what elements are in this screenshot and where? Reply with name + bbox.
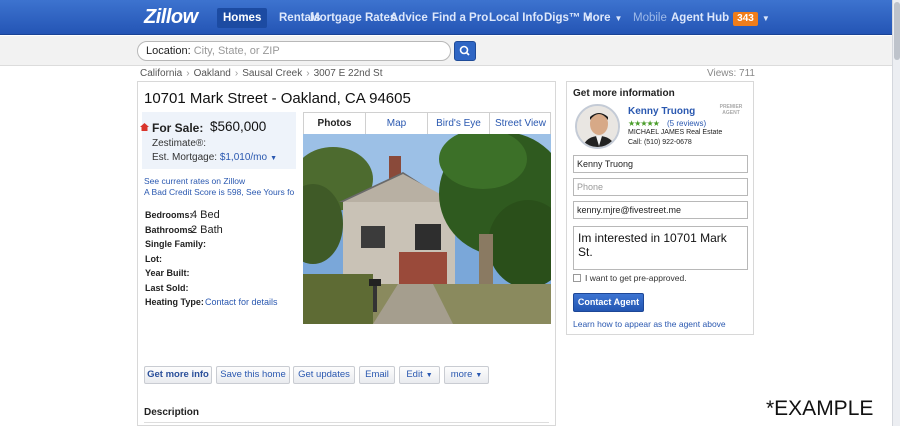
price: $560,000 [210,119,267,134]
view-count: Views: 711 [707,68,755,79]
price-box: For Sale: $560,000 Zestimate®: Est. Mort… [140,112,296,169]
phone-field[interactable]: Phone [573,178,748,196]
email-button[interactable]: Email [359,366,395,384]
nav-homes[interactable]: Homes [217,8,268,28]
contact-panel: Get more information Kenny Truong PREMIE… [566,81,754,335]
nav-digs-label: Digs™ [544,12,581,24]
fact-single-family: Single Family: [145,239,206,254]
breadcrumb-separator-icon: › [186,68,190,79]
fact-bedrooms: Bedrooms: 4 Bed [145,209,220,225]
fact-label: Bedrooms: [145,210,193,220]
for-sale-label: For Sale: [152,121,204,135]
zestimate-label[interactable]: Zestimate®: [152,138,206,149]
fact-label: Lot: [145,253,162,264]
agent-name-link[interactable]: Kenny Truong [628,106,695,117]
search-bar: Location: City, State, or ZIP [0,36,892,66]
contact-for-details-link[interactable]: Contact for details [205,297,278,307]
fact-label: Bathrooms: [145,224,196,235]
house-icon [140,123,149,131]
tab-birds-eye[interactable]: Bird's Eye [427,113,489,134]
rating-stars-icon: ★★★★★ [628,119,660,128]
credit-score-link[interactable]: A Bad Credit Score is 598, See Yours for… [144,187,294,197]
nav-more-label: More [583,12,611,24]
fact-bathrooms: Bathrooms: 2 Bath [145,224,223,240]
agent-hub-label: Agent Hub [671,12,730,24]
breadcrumb-state[interactable]: California [140,68,182,79]
agent-photo [577,106,618,147]
edit-label: Edit [406,369,423,380]
nav-more[interactable]: More ▼ [577,8,628,28]
reviews-link[interactable]: (5 reviews) [667,119,706,128]
chevron-down-icon: ▼ [614,14,623,23]
agent-phone: Call: (510) 922-0678 [628,139,692,146]
tab-street-view[interactable]: Street View [489,113,551,134]
location-label: Location: [146,45,191,57]
house-photo-image [303,134,551,324]
top-navigation: Zillow Homes Rentals Mortgage Rates Advi… [0,0,892,35]
fact-label: Single Family: [145,239,207,249]
fact-last-sold: Last Sold: [145,283,206,298]
page-scrollbar[interactable] [892,0,900,426]
breadcrumb-address: 3007 E 22nd St [313,68,383,79]
breadcrumb-city[interactable]: Oakland [194,68,231,79]
media-tabs: Photos Map Bird's Eye Street View [303,112,551,134]
tab-map[interactable]: Map [365,113,427,134]
estimated-mortgage: Est. Mortgage: $1,010/mo ▼ [152,152,277,163]
agent-hub-badge: 343 [733,12,758,26]
nav-agent-hub[interactable]: Agent Hub 343 ▼ [665,8,776,28]
email-field[interactable]: kenny.mjre@fivestreet.me [573,201,748,219]
get-updates-button[interactable]: Get updates [293,366,355,384]
fact-heating-type: Heating Type: Contact for details [145,297,278,312]
preapproved-label[interactable]: I want to get pre-approved. [585,273,687,283]
learn-more-link[interactable]: Learn how to appear as the agent above [573,319,726,329]
scrollbar-thumb[interactable] [894,2,900,60]
save-home-button[interactable]: Save this home [216,366,290,384]
edit-button[interactable]: Edit ▼ [399,366,440,384]
fact-lot: Lot: [145,254,206,269]
chevron-down-icon: ▼ [425,372,433,379]
search-button[interactable] [454,41,476,61]
get-more-info-button[interactable]: Get more info [144,366,212,384]
description-heading: Description [144,407,200,418]
fact-label: Last Sold: [145,282,189,293]
listing-panel: 10701 Mark Street - Oakland, CA 94605 Fo… [137,81,556,426]
chevron-down-icon[interactable]: ▼ [270,155,277,162]
example-label: *EXAMPLE [766,397,874,420]
mortgage-value[interactable]: $1,010/mo [220,152,267,163]
search-icon [459,45,470,56]
preapproved-checkbox[interactable] [573,274,581,282]
breadcrumb-neighborhood[interactable]: Sausal Creek [242,68,302,79]
zillow-logo[interactable]: Zillow [144,6,198,29]
more-button[interactable]: more ▼ [444,366,489,384]
more-label: more [450,369,473,380]
premier-agent-logo: PREMIER AGENT [719,104,743,116]
fact-value: 4 Bed [191,209,220,221]
home-facts: Bedrooms: 4 Bed Bathrooms: 2 Bath Single F… [145,209,278,312]
contact-title: Get more information [573,88,675,99]
house-photo[interactable] [303,134,551,324]
fact-label: Heating Type: [145,297,204,307]
avatar[interactable] [575,104,620,149]
fact-year-built: Year Built: [145,268,206,283]
tab-photos[interactable]: Photos [304,113,365,134]
agency-name: MICHAEL JAMES Real Estate [628,129,723,136]
location-placeholder: City, State, or ZIP [193,45,280,57]
current-rates-link[interactable]: See current rates on Zillow [144,176,245,186]
name-field[interactable]: Kenny Truong [573,155,748,173]
divider [144,422,549,423]
chevron-down-icon: ▼ [475,372,483,379]
breadcrumb-separator-icon: › [234,68,239,79]
page-title: 10701 Mark Street - Oakland, CA 94605 [144,90,411,107]
mortgage-label: Est. Mortgage: [152,152,218,163]
breadcrumb-separator-icon: › [306,68,310,79]
chevron-down-icon: ▼ [761,14,770,23]
message-textarea[interactable]: Im interested in 10701 Mark St. [573,226,748,270]
fact-value: 2 Bath [191,223,223,236]
contact-agent-button[interactable]: Contact Agent [573,293,644,312]
location-input[interactable]: Location: City, State, or ZIP [137,41,451,61]
breadcrumb: California › Oakland › Sausal Creek › 3007 E 2… [140,68,383,79]
fact-label: Year Built: [145,268,190,278]
